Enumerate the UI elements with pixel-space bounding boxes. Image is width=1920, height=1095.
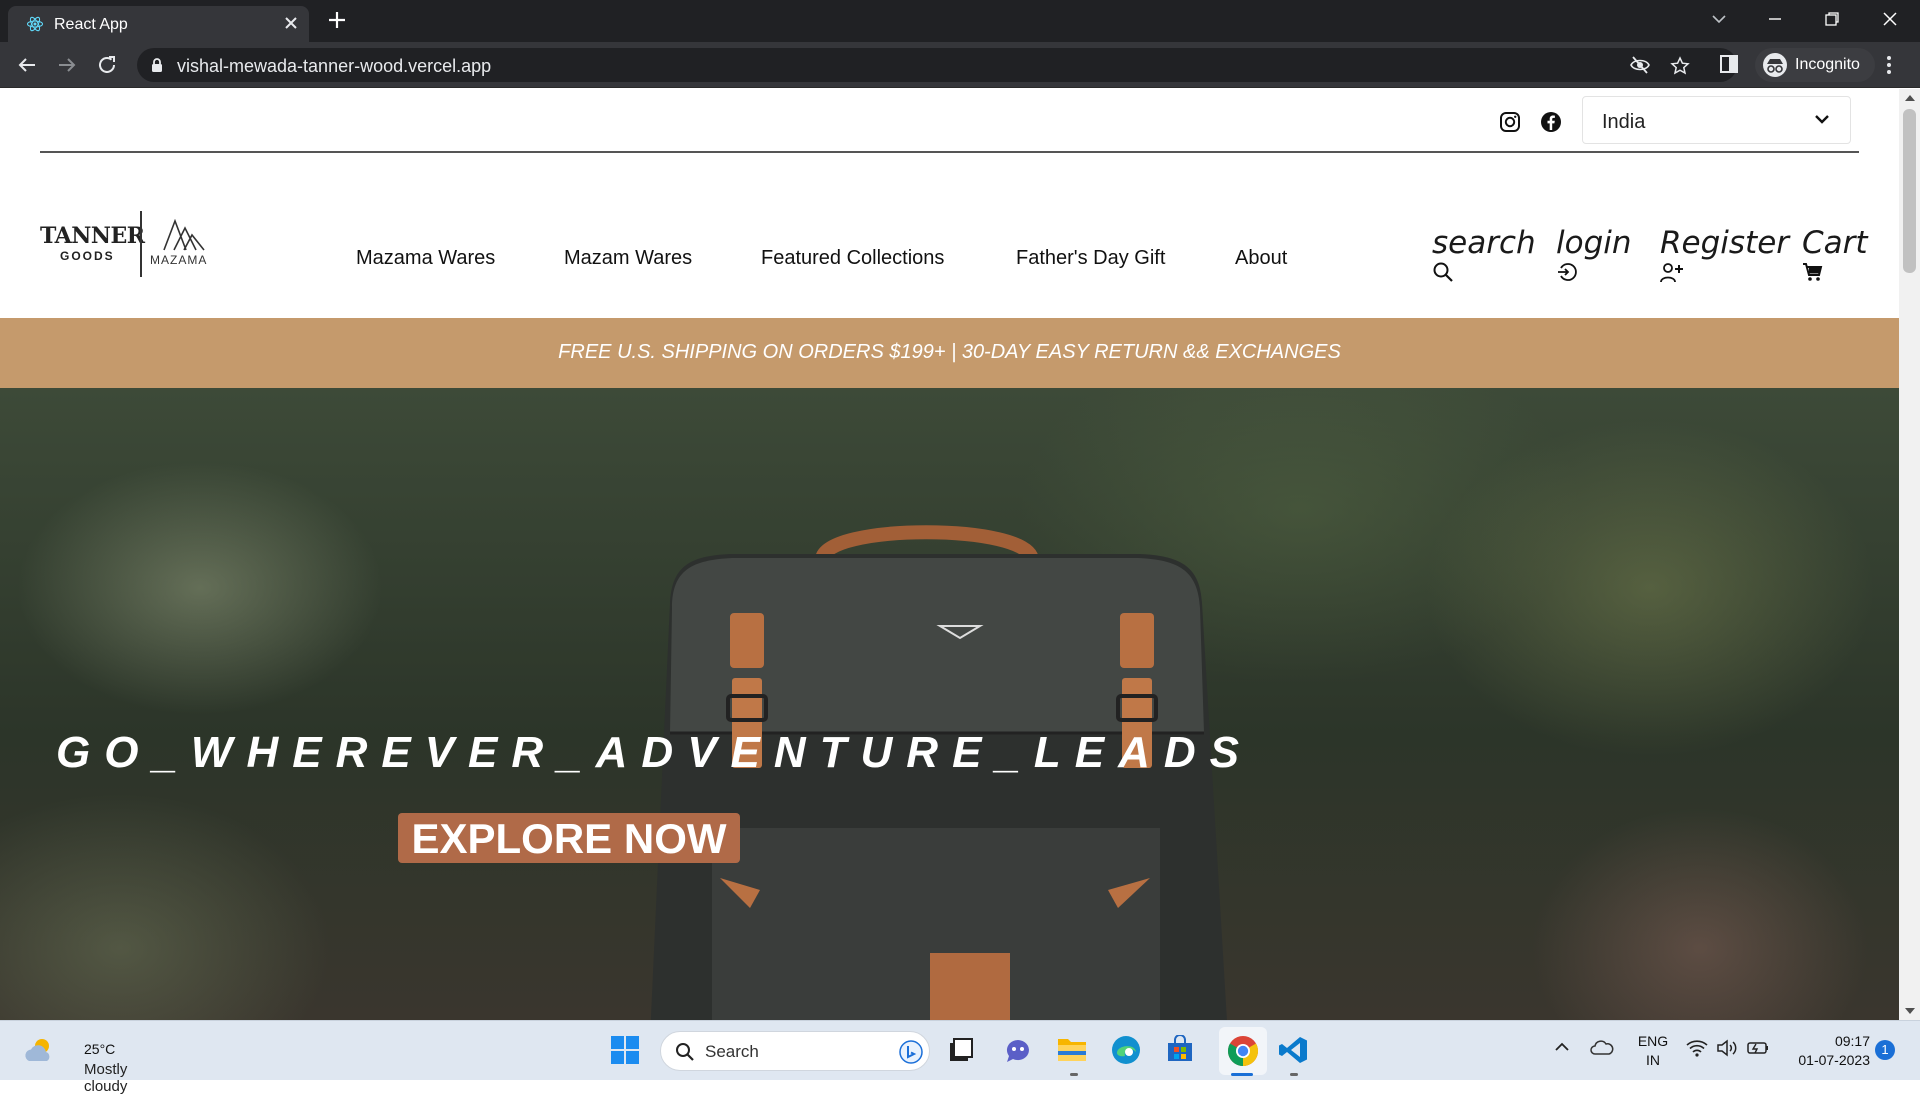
reload-icon[interactable] bbox=[96, 54, 118, 76]
teams-chat-icon[interactable] bbox=[1003, 1035, 1033, 1065]
chevron-down-icon bbox=[1814, 113, 1830, 125]
cloud-sun-icon bbox=[22, 1035, 56, 1065]
cart-icon bbox=[1802, 261, 1868, 283]
nav-about[interactable]: About bbox=[1235, 247, 1287, 270]
scroll-up-icon[interactable] bbox=[1905, 95, 1915, 101]
incognito-label: Incognito bbox=[1795, 56, 1860, 73]
login-icon bbox=[1556, 261, 1632, 283]
site-logo[interactable]: TANNER GOODS MAZAMA bbox=[40, 211, 220, 277]
login-label: login bbox=[1556, 225, 1632, 261]
search-label: search bbox=[1432, 225, 1536, 261]
minimize-icon[interactable] bbox=[1766, 10, 1784, 28]
microsoft-store-icon[interactable] bbox=[1166, 1035, 1194, 1063]
close-window-icon[interactable] bbox=[1880, 9, 1900, 29]
incognito-profile-button[interactable]: Incognito bbox=[1755, 48, 1875, 82]
bing-icon[interactable] bbox=[899, 1040, 923, 1064]
language-primary[interactable]: ENG bbox=[1633, 1033, 1673, 1049]
weather-description: Mostly cloudy bbox=[84, 1061, 128, 1095]
language-secondary[interactable]: IN bbox=[1633, 1052, 1673, 1068]
back-icon[interactable] bbox=[16, 54, 38, 76]
country-select[interactable]: India bbox=[1582, 96, 1851, 144]
login-link[interactable]: login bbox=[1556, 225, 1632, 283]
browser-toolbar: vishal-mewada-tanner-wood.vercel.app Inc… bbox=[0, 42, 1920, 88]
register-link[interactable]: Register bbox=[1660, 225, 1789, 283]
edge-icon[interactable] bbox=[1111, 1035, 1141, 1065]
page-viewport: India TANNER GOODS MAZAMA Mazama Wares M… bbox=[0, 89, 1899, 1020]
page-scrollbar[interactable] bbox=[1899, 89, 1920, 1020]
taskbar-search[interactable]: Search bbox=[660, 1031, 930, 1071]
search-icon bbox=[1432, 261, 1536, 283]
notification-badge[interactable]: 1 bbox=[1875, 1040, 1895, 1060]
country-selected-value: India bbox=[1602, 111, 1646, 133]
chrome-active-indicator bbox=[1231, 1073, 1253, 1076]
react-icon bbox=[26, 15, 44, 33]
volume-icon[interactable] bbox=[1716, 1039, 1738, 1057]
show-hidden-icons-chevron[interactable] bbox=[1554, 1041, 1570, 1053]
facebook-icon[interactable] bbox=[1540, 111, 1562, 133]
taskbar-search-label: Search bbox=[705, 1042, 759, 1061]
incognito-icon bbox=[1762, 53, 1788, 77]
vscode-running-indicator bbox=[1290, 1073, 1298, 1076]
hero-headline: GO_WHEREVER_ADVENTURE_LEADS bbox=[56, 728, 1254, 777]
top-strip: India bbox=[0, 89, 1899, 153]
onedrive-cloud-icon[interactable] bbox=[1590, 1039, 1614, 1055]
wifi-icon[interactable] bbox=[1686, 1039, 1708, 1057]
nav-fathers-day-gift[interactable]: Father's Day Gift bbox=[1016, 247, 1165, 270]
cart-label: Cart bbox=[1802, 225, 1868, 261]
url-text: vishal-mewada-tanner-wood.vercel.app bbox=[177, 56, 492, 76]
logo-divider bbox=[140, 211, 142, 277]
logo-mazama-text: MAZAMA bbox=[150, 253, 208, 267]
search-link[interactable]: search bbox=[1432, 225, 1536, 283]
browser-menu-icon[interactable] bbox=[1886, 54, 1892, 76]
explore-now-button[interactable]: EXPLORE NOW bbox=[398, 813, 740, 863]
nav-mazama-wares[interactable]: Mazama Wares bbox=[356, 247, 495, 270]
browser-tab-bar: React App bbox=[0, 0, 1920, 42]
logo-goods-text: GOODS bbox=[60, 249, 115, 263]
instagram-icon[interactable] bbox=[1499, 111, 1521, 133]
register-label: Register bbox=[1660, 225, 1790, 261]
cart-link[interactable]: Cart bbox=[1802, 225, 1868, 283]
add-user-icon bbox=[1660, 261, 1789, 283]
promo-text: FREE U.S. SHIPPING ON ORDERS $199+ | 30-… bbox=[558, 341, 1341, 363]
scroll-thumb[interactable] bbox=[1903, 109, 1916, 273]
explorer-running-indicator bbox=[1070, 1073, 1078, 1076]
restore-icon[interactable] bbox=[1823, 10, 1841, 28]
scroll-down-icon[interactable] bbox=[1905, 1008, 1915, 1014]
mazama-mountain-icon bbox=[162, 219, 206, 251]
os-taskbar: 25°C Mostly cloudy Search ENG IN 09:17 0… bbox=[0, 1020, 1920, 1095]
forward-icon[interactable] bbox=[56, 54, 78, 76]
site-header: TANNER GOODS MAZAMA Mazama Wares Mazam W… bbox=[0, 153, 1899, 307]
file-explorer-icon[interactable] bbox=[1057, 1035, 1087, 1063]
clock-time[interactable]: 09:17 bbox=[1780, 1033, 1870, 1049]
lock-icon[interactable] bbox=[150, 57, 164, 73]
side-panel-icon[interactable] bbox=[1719, 54, 1739, 74]
vscode-icon[interactable] bbox=[1278, 1035, 1308, 1065]
eye-slash-icon[interactable] bbox=[1630, 56, 1650, 74]
logo-tanner-text: TANNER bbox=[40, 223, 145, 249]
battery-icon[interactable] bbox=[1746, 1040, 1770, 1056]
new-tab-icon[interactable] bbox=[326, 9, 348, 31]
address-bar[interactable]: vishal-mewada-tanner-wood.vercel.app bbox=[137, 48, 1737, 82]
promo-banner: FREE U.S. SHIPPING ON ORDERS $199+ | 30-… bbox=[0, 318, 1899, 388]
nav-featured-collections[interactable]: Featured Collections bbox=[761, 247, 944, 270]
search-icon bbox=[675, 1042, 695, 1062]
weather-widget[interactable]: 25°C Mostly cloudy bbox=[20, 1031, 170, 1095]
chrome-icon[interactable] bbox=[1227, 1035, 1259, 1067]
tab-search-chevron-icon[interactable] bbox=[1710, 10, 1728, 28]
tab-title: React App bbox=[54, 16, 128, 33]
weather-temp: 25°C bbox=[84, 1041, 116, 1057]
bookmark-star-icon[interactable] bbox=[1670, 56, 1690, 76]
browser-tab[interactable]: React App bbox=[8, 6, 309, 42]
clock-date[interactable]: 01-07-2023 bbox=[1780, 1052, 1870, 1068]
nav-mazam-wares[interactable]: Mazam Wares bbox=[564, 247, 692, 270]
hero-section: GO_WHEREVER_ADVENTURE_LEADS EXPLORE NOW bbox=[0, 388, 1899, 1020]
close-tab-icon[interactable] bbox=[283, 15, 299, 31]
windows-start-icon[interactable] bbox=[610, 1035, 640, 1065]
task-view-icon[interactable] bbox=[948, 1037, 974, 1063]
